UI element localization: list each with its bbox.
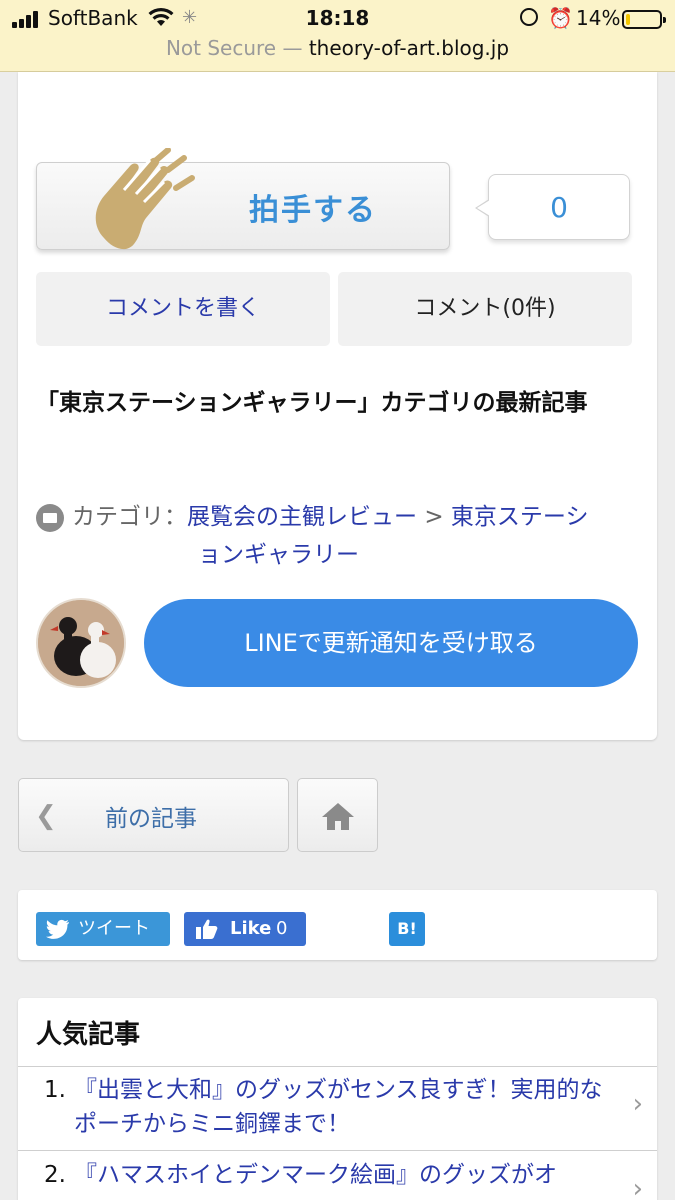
status-bar: SoftBank ✳ 18:18 ⏰ 14% Not Secure — theo… bbox=[0, 0, 675, 72]
facebook-like-count: 0 bbox=[276, 918, 288, 939]
home-icon bbox=[322, 803, 354, 830]
line-follow-button[interactable]: LINEで更新通知を受け取る bbox=[144, 599, 638, 687]
category-link-parent[interactable]: 展覧会の主観レビュー bbox=[187, 504, 417, 530]
category-separator: > bbox=[424, 504, 444, 530]
clap-label: 拍手する bbox=[249, 193, 377, 228]
thumbs-up-icon bbox=[196, 919, 218, 939]
home-button[interactable] bbox=[297, 778, 378, 852]
chevron-right-icon: › bbox=[632, 1174, 643, 1200]
share-bar: ツイート Like 0 B! bbox=[18, 890, 657, 960]
popular-articles: 人気記事 1. 『出雲と大和』のグッズがセンス良すぎ！実用的なポーチからミニ銅鐸… bbox=[18, 998, 657, 1200]
category-link-child[interactable]: 東京ステーシ bbox=[451, 504, 589, 530]
prev-article-label: 前の記事 bbox=[105, 806, 197, 832]
chevron-right-icon: › bbox=[632, 1089, 643, 1119]
category-breadcrumb: カテゴリ：展覧会の主観レビュー > 東京ステーシ ョンギャラリー bbox=[72, 498, 642, 574]
latest-articles-heading: 「東京ステーションギャラリー」カテゴリの最新記事 bbox=[36, 390, 588, 416]
url-host: theory-of-art.blog.jp bbox=[308, 36, 510, 60]
list-item-title: 『ハマスホイとデンマーク絵画』のグッズがオ bbox=[74, 1162, 557, 1188]
write-comment-button[interactable]: コメントを書く bbox=[36, 272, 330, 346]
clap-count-bubble: 0 bbox=[475, 174, 630, 240]
security-label: Not Secure — bbox=[165, 36, 303, 60]
list-item-number: 2. bbox=[44, 1162, 66, 1188]
category-label: カテゴリ： bbox=[72, 504, 187, 530]
comments-count-button[interactable]: コメント(0件) bbox=[338, 272, 632, 346]
clapping-hands-icon bbox=[95, 148, 195, 250]
category-link-child-cont[interactable]: ョンギャラリー bbox=[198, 542, 359, 568]
battery-percent: 14% bbox=[576, 6, 621, 30]
list-item-number: 1. bbox=[44, 1077, 66, 1103]
avatar bbox=[36, 598, 126, 688]
tweet-button[interactable]: ツイート bbox=[36, 912, 170, 946]
hatena-bookmark-button[interactable]: B! bbox=[389, 912, 425, 946]
alarm-icon: ⏰ bbox=[548, 6, 573, 30]
list-item-title: 『出雲と大和』のグッズがセンス良すぎ！実用的なポーチからミニ銅鐸まで！ bbox=[74, 1077, 603, 1137]
chevron-left-icon: ❮ bbox=[35, 801, 57, 831]
status-time: 18:18 bbox=[305, 6, 370, 30]
folder-icon bbox=[36, 504, 64, 532]
tweet-label: ツイート bbox=[78, 918, 150, 939]
list-item[interactable]: 1. 『出雲と大和』のグッズがセンス良すぎ！実用的なポーチからミニ銅鐸まで！ › bbox=[18, 1067, 657, 1151]
facebook-like-label: Like bbox=[230, 918, 272, 939]
popular-heading: 人気記事 bbox=[36, 1020, 141, 1050]
twitter-bird-icon bbox=[46, 919, 70, 939]
list-item[interactable]: 2. 『ハマスホイとデンマーク絵画』のグッズがオ › bbox=[18, 1152, 657, 1200]
facebook-like-button[interactable]: Like 0 bbox=[184, 912, 306, 946]
url-bar[interactable]: Not Secure — theory-of-art.blog.jp bbox=[0, 36, 675, 60]
clap-count: 0 bbox=[550, 191, 568, 224]
prev-article-button[interactable]: ❮ 前の記事 bbox=[18, 778, 289, 852]
battery-icon bbox=[622, 10, 666, 29]
rotation-lock-icon bbox=[520, 8, 538, 26]
